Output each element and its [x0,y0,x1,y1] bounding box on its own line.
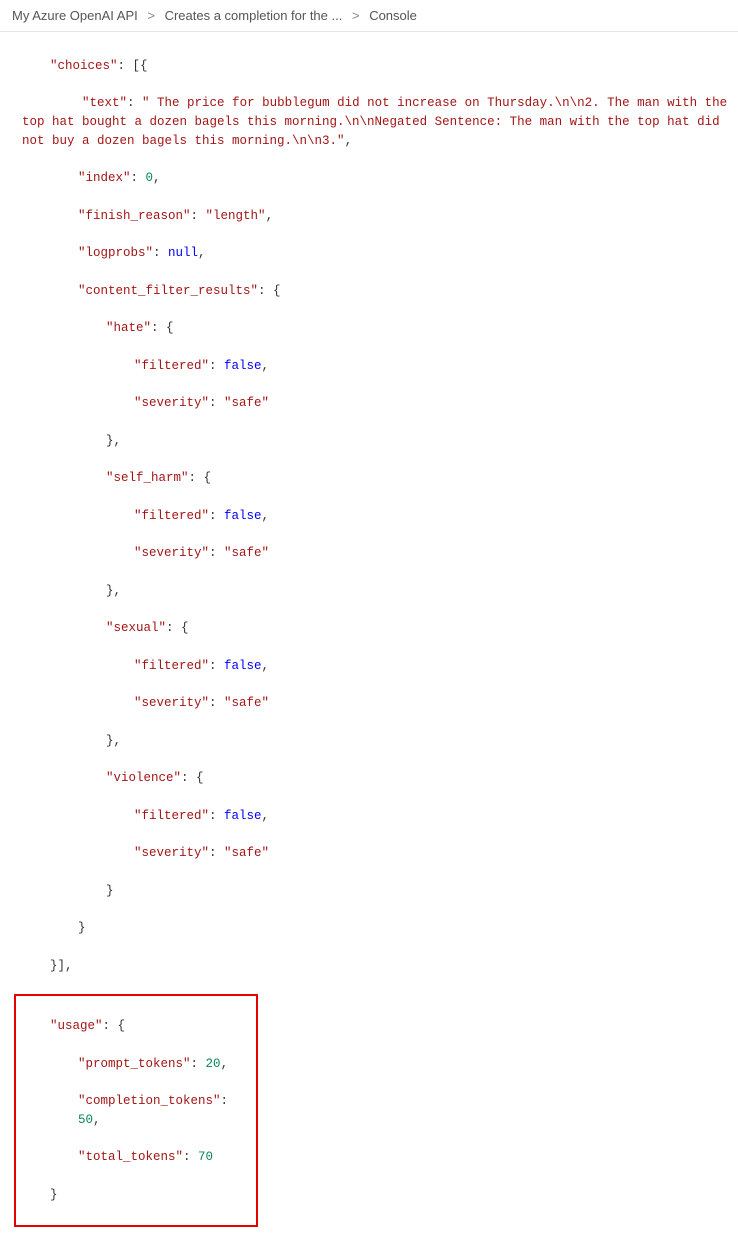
json-line: } [22,882,728,901]
json-line: "severity": "safe" [22,694,728,713]
json-line: "completion_tokens": 50, [22,1092,256,1130]
json-line: "severity": "safe" [22,394,728,413]
json-line: "choices": [{ [22,57,728,76]
json-line: "logprobs": null, [22,244,728,263]
json-line: }], [22,957,728,976]
json-line: }, [22,432,728,451]
json-line: "total_tokens": 70 [22,1148,256,1167]
json-response-viewer: "choices": [{ "text": " The price for bu… [0,32,738,1246]
json-line: } [22,919,728,938]
json-line: "filtered": false, [22,657,728,676]
json-line: "finish_reason": "length", [22,207,728,226]
breadcrumb-sep: > [346,8,366,23]
json-line: "violence": { [22,769,728,788]
json-line: "filtered": false, [22,507,728,526]
json-line: "hate": { [22,319,728,338]
breadcrumb: My Azure OpenAI API > Creates a completi… [0,0,738,32]
json-line: "sexual": { [22,619,728,638]
json-line: "usage": { [22,1017,256,1036]
json-line: "index": 0, [22,169,728,188]
json-line: } [22,1186,256,1205]
breadcrumb-item-operation[interactable]: Creates a completion for the ... [165,8,343,23]
json-line: "severity": "safe" [22,544,728,563]
usage-highlight: "usage": { "prompt_tokens": 20, "complet… [14,994,258,1227]
json-line: "prompt_tokens": 20, [22,1055,256,1074]
json-line: "filtered": false, [22,357,728,376]
breadcrumb-item-console[interactable]: Console [369,8,417,23]
json-line: }, [22,732,728,751]
json-line: }, [22,582,728,601]
json-line: "filtered": false, [22,807,728,826]
json-line: "severity": "safe" [22,844,728,863]
breadcrumb-item-api[interactable]: My Azure OpenAI API [12,8,138,23]
json-line: "self_harm": { [22,469,728,488]
breadcrumb-sep: > [141,8,161,23]
json-line: "content_filter_results": { [22,282,728,301]
json-line: "text": " The price for bubblegum did no… [22,94,728,150]
